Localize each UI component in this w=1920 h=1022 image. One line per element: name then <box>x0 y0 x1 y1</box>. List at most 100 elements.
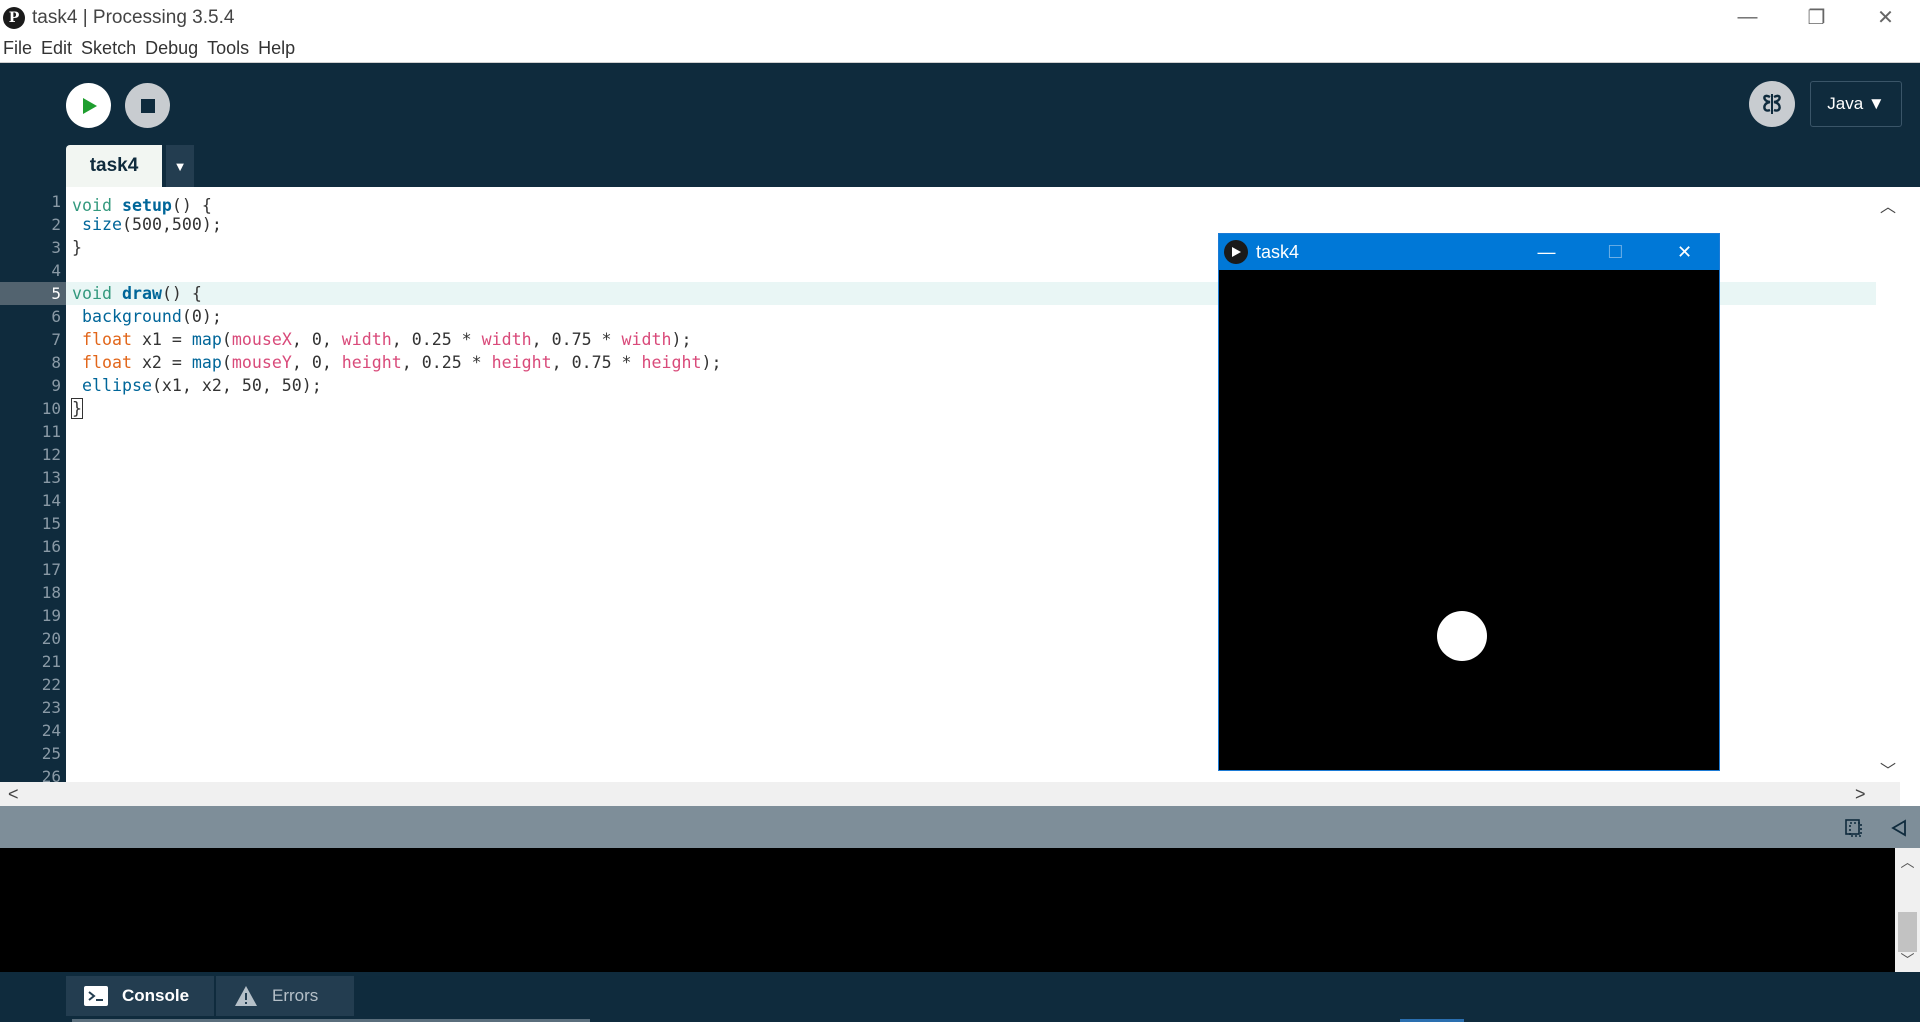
sketch-window-title: task4 <box>1256 241 1300 262</box>
run-button[interactable] <box>66 83 111 128</box>
play-icon <box>82 97 97 114</box>
console-header <box>0 806 1920 848</box>
code-line-6: background(0); <box>82 307 222 326</box>
debug-button[interactable] <box>1749 81 1795 127</box>
line-number: 23 <box>41 698 61 717</box>
menu-debug[interactable]: Debug <box>145 38 198 59</box>
line-number: 6 <box>51 307 61 326</box>
line-number: 19 <box>41 606 61 625</box>
code-line-10: } <box>71 397 83 420</box>
console-scrollbar[interactable]: ︿ ﹀ <box>1895 848 1920 972</box>
tab-task4[interactable]: task4 <box>66 145 162 187</box>
copy-icon[interactable] <box>1844 818 1864 838</box>
token: map <box>191 353 222 372</box>
editor-vertical-scrollbar[interactable]: ︿ ﹀ <box>1876 187 1900 782</box>
editor-horizontal-scrollbar[interactable]: < > <box>0 782 1900 806</box>
token: background <box>82 307 182 326</box>
token: width <box>621 330 672 349</box>
sketch-close-button[interactable]: ✕ <box>1650 234 1719 270</box>
tab-errors-label: Errors <box>272 986 319 1005</box>
minimize-button[interactable]: — <box>1713 0 1782 35</box>
console-scroll-up-arrow[interactable]: ︿ <box>1895 852 1920 872</box>
token: draw <box>121 284 162 303</box>
token: map <box>191 330 222 349</box>
line-number: 1 <box>51 192 61 211</box>
stop-icon <box>140 98 155 113</box>
sketch-window-controls: — ☐ ✕ <box>1512 234 1719 270</box>
line-number: 10 <box>41 399 61 418</box>
console-scroll-thumb[interactable] <box>1898 912 1917 952</box>
token: mouseX <box>231 330 292 349</box>
line-number: 17 <box>41 560 61 579</box>
line-number-gutter: 1 2 3 4 5 6 7 8 9 10 11 12 13 14 15 16 17 18 19 20 21 22 23 24 2… <box>0 187 66 782</box>
token: height <box>341 353 402 372</box>
line-number: 3 <box>51 238 61 257</box>
token: mouseY <box>231 353 292 372</box>
sketch-canvas[interactable] <box>1219 270 1719 770</box>
line-number: 15 <box>41 514 61 533</box>
title-bar: P task4 | Processing 3.5.4 — ❐ ✕ <box>0 0 1920 35</box>
console-tab-bar: Console Errors <box>0 972 1920 1022</box>
code-line-2: size(500,500); <box>82 215 222 234</box>
menu-help[interactable]: Help <box>258 38 295 59</box>
stop-button[interactable] <box>125 83 170 128</box>
scroll-left-arrow[interactable]: < <box>8 784 19 805</box>
sketch-app-icon <box>1224 240 1248 264</box>
token: height <box>641 353 702 372</box>
line-number: 11 <box>41 422 61 441</box>
line-number: 13 <box>41 468 61 487</box>
mode-selector[interactable]: Java ▼ <box>1810 81 1902 127</box>
line-number: 5 <box>51 284 61 303</box>
line-number: 24 <box>41 721 61 740</box>
line-number: 7 <box>51 330 61 349</box>
token: float <box>82 330 132 349</box>
sketch-ellipse <box>1437 611 1487 661</box>
tab-errors[interactable]: Errors <box>216 976 354 1016</box>
token: width <box>341 330 392 349</box>
code-line-8: float x2 = map(mouseY, 0, height, 0.25 *… <box>82 353 722 372</box>
tab-menu-button[interactable]: ▼ <box>166 145 194 187</box>
menu-file[interactable]: File <box>3 38 32 59</box>
sketch-minimize-button[interactable]: — <box>1512 234 1581 270</box>
code-line-7: float x1 = map(mouseX, 0, width, 0.25 * … <box>82 330 692 349</box>
collapse-icon[interactable] <box>1890 819 1908 837</box>
sketch-maximize-button[interactable]: ☐ <box>1581 234 1650 270</box>
console-scroll-down-arrow[interactable]: ﹀ <box>1895 950 1920 970</box>
console-output[interactable] <box>0 848 1895 972</box>
play-icon <box>1232 247 1241 257</box>
code-line-9: ellipse(x1, x2, 50, 50); <box>82 376 322 395</box>
window-controls: — ❐ ✕ <box>1713 0 1920 35</box>
scroll-up-arrow[interactable]: ︿ <box>1876 193 1900 217</box>
menu-sketch[interactable]: Sketch <box>81 38 136 59</box>
line-number: 12 <box>41 445 61 464</box>
text-cursor: } <box>71 398 83 419</box>
restore-button[interactable]: ❐ <box>1782 0 1851 35</box>
debug-butterfly-icon <box>1763 94 1781 114</box>
sketch-window[interactable]: task4 — ☐ ✕ <box>1218 233 1720 771</box>
warning-icon <box>235 986 257 1006</box>
line-number: 8 <box>51 353 61 372</box>
toolbar: Java ▼ task4 ▼ <box>0 63 1920 187</box>
scroll-down-arrow[interactable]: ﹀ <box>1876 757 1900 781</box>
line-number: 21 <box>41 652 61 671</box>
token: float <box>82 353 132 372</box>
token: void <box>72 284 112 303</box>
token: width <box>481 330 532 349</box>
tab-console[interactable]: Console <box>66 976 214 1016</box>
scroll-right-arrow[interactable]: > <box>1855 784 1866 805</box>
menu-tools[interactable]: Tools <box>207 38 249 59</box>
line-number: 22 <box>41 675 61 694</box>
line-number: 14 <box>41 491 61 510</box>
menu-edit[interactable]: Edit <box>41 38 72 59</box>
line-number: 16 <box>41 537 61 556</box>
sketch-title-bar[interactable]: task4 — ☐ ✕ <box>1219 234 1719 270</box>
processing-logo-icon: P <box>3 6 25 29</box>
line-number: 26 <box>41 767 61 782</box>
line-number: 18 <box>41 583 61 602</box>
right-margin <box>1900 187 1920 806</box>
close-button[interactable]: ✕ <box>1851 0 1920 35</box>
terminal-icon <box>84 986 108 1006</box>
window-title: task4 | Processing 3.5.4 <box>32 6 235 28</box>
tab-console-label: Console <box>122 986 190 1005</box>
token: size <box>82 215 122 234</box>
